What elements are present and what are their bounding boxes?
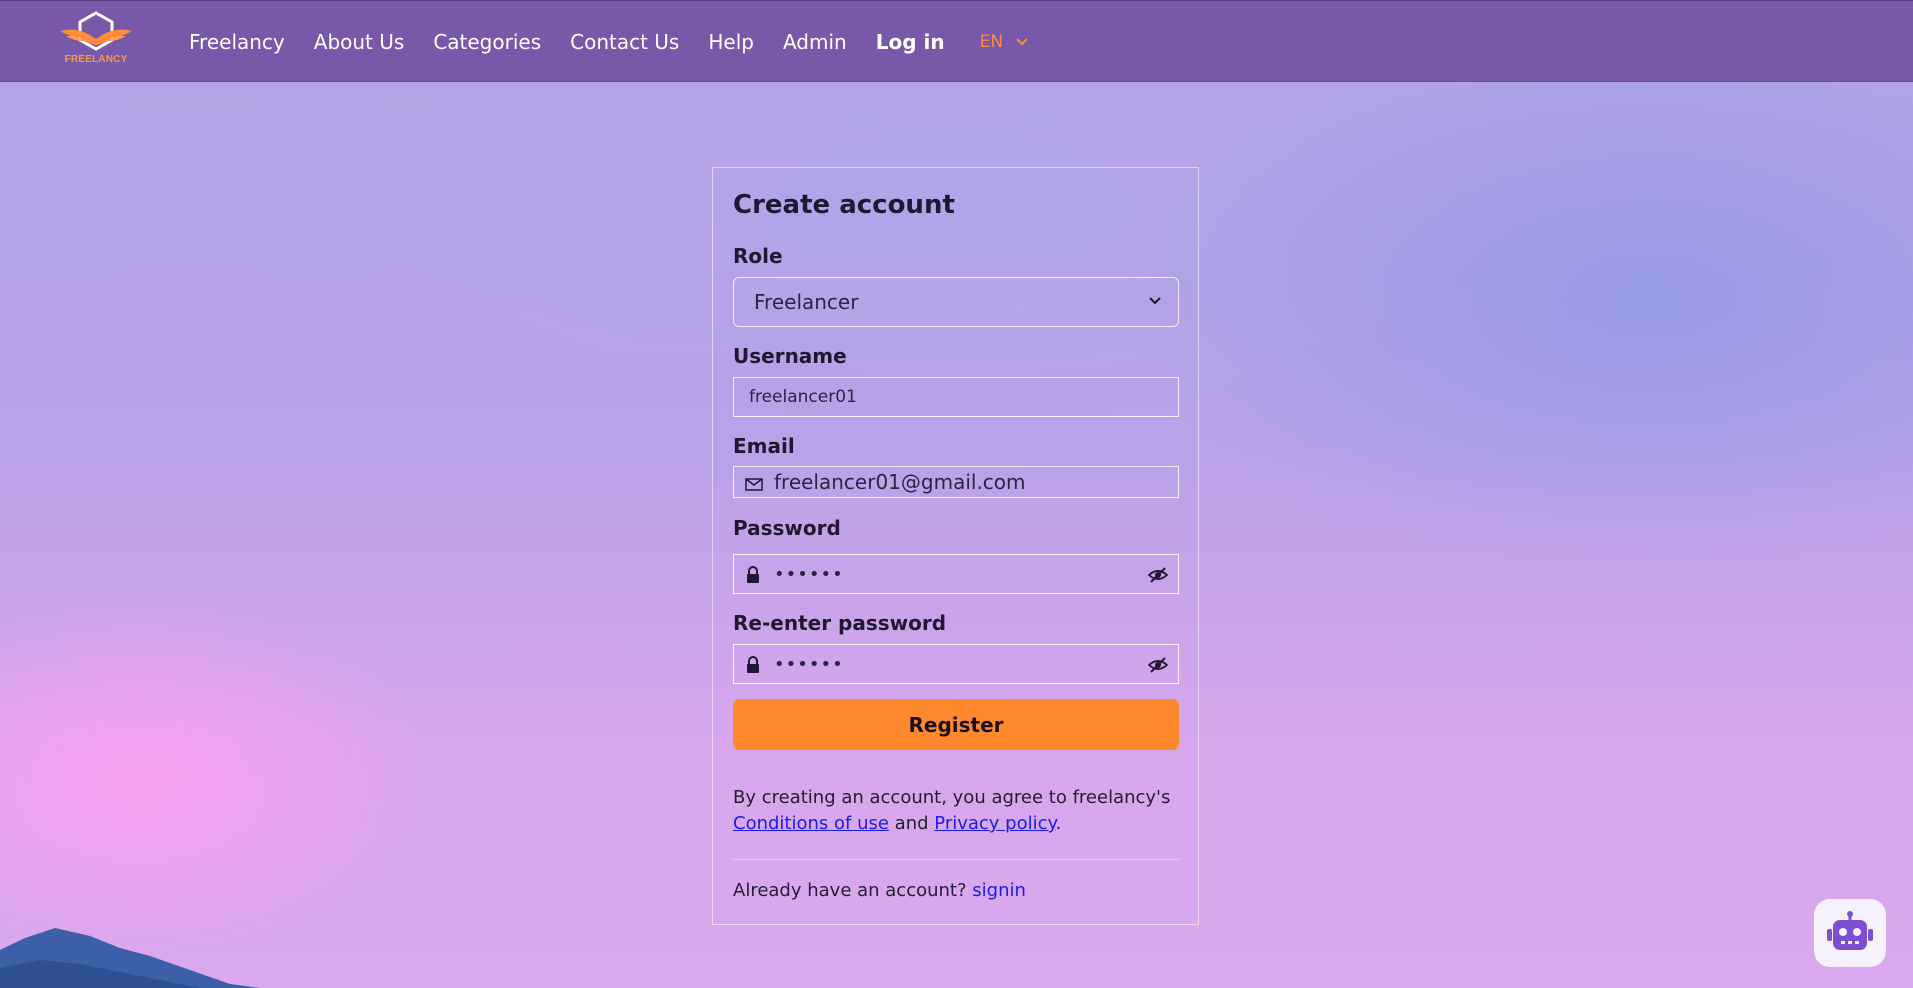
form-title: Create account [733,190,955,220]
freelancy-logo[interactable]: FREELANCY [56,11,136,69]
language-label: EN [979,32,1004,52]
password-label: Password [733,516,841,540]
register-card: Create account Role Freelancer Username … [712,167,1199,925]
nav-contact-us[interactable]: Contact Us [570,30,679,54]
privacy-policy-link[interactable]: Privacy policy [934,813,1055,834]
role-selected-value: Freelancer [754,290,859,314]
reenter-password-value: •••••• [774,653,844,675]
email-field[interactable]: freelancer01@gmail.com [733,466,1179,498]
signin-row: Already have an account? signin [733,880,1026,901]
eye-off-icon[interactable] [1148,656,1168,674]
freelancy-logo-icon [60,11,132,51]
legal-suffix: . [1055,813,1062,834]
legal-prefix: By creating an account, you agree to fre… [733,787,1171,808]
chevron-down-icon [1149,297,1161,305]
username-value: freelancer01 [749,387,857,407]
password-field[interactable]: •••••• [733,554,1179,594]
mail-icon [745,478,763,491]
conditions-of-use-link[interactable]: Conditions of use [733,813,889,834]
legal-notice: By creating an account, you agree to fre… [733,785,1183,837]
chatbot-button[interactable] [1814,899,1886,967]
top-navbar: FREELANCY Freelancy About Us Categories … [0,0,1913,82]
logo-text: FREELANCY [64,54,128,65]
chevron-down-icon [1016,38,1028,46]
chatbot-icon [1827,911,1873,950]
nav-help[interactable]: Help [708,30,754,54]
email-label: Email [733,434,795,458]
lock-icon [747,566,759,583]
register-button[interactable]: Register [733,699,1179,750]
username-field[interactable]: freelancer01 [733,377,1179,417]
signin-prompt: Already have an account? [733,880,967,901]
signin-link[interactable]: signin [972,880,1026,901]
language-selector[interactable]: EN [980,32,1029,52]
nav-admin[interactable]: Admin [783,30,847,54]
nav-freelancy[interactable]: Freelancy [189,30,285,54]
nav-about-us[interactable]: About Us [314,30,405,54]
reenter-password-field[interactable]: •••••• [733,644,1179,684]
username-label: Username [733,344,847,368]
role-select[interactable]: Freelancer [733,277,1179,327]
reenter-password-label: Re-enter password [733,611,947,635]
password-value: •••••• [774,563,844,585]
email-value: freelancer01@gmail.com [774,470,1026,494]
eye-off-icon[interactable] [1148,566,1168,584]
legal-and: and [894,813,929,834]
lock-icon [747,656,759,673]
mountain-silhouette [0,928,260,988]
main-nav: Freelancy About Us Categories Contact Us… [189,1,1029,83]
nav-categories[interactable]: Categories [433,30,541,54]
role-label: Role [733,244,783,268]
divider [733,859,1179,860]
nav-log-in[interactable]: Log in [876,30,945,54]
